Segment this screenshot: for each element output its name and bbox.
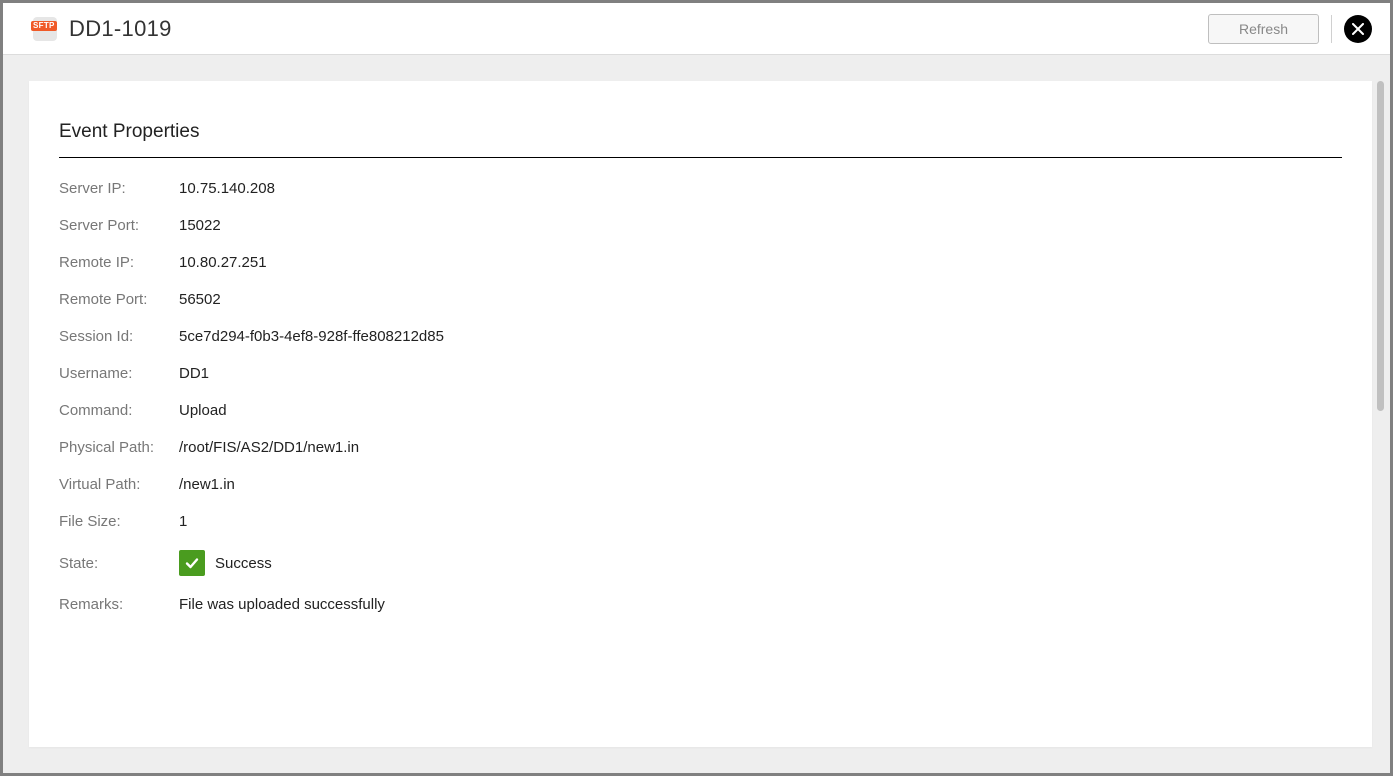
row-state: State: Success	[59, 550, 1342, 576]
value-physical-path: /root/FIS/AS2/DD1/new1.in	[179, 439, 359, 456]
row-command: Command: Upload	[59, 402, 1342, 419]
value-session-id: 5ce7d294-f0b3-4ef8-928f-ffe808212d85	[179, 328, 444, 345]
label-server-ip: Server IP:	[59, 180, 179, 197]
dialog-title: DD1-1019	[69, 16, 172, 42]
success-check-icon	[179, 550, 205, 576]
section-divider	[59, 157, 1342, 158]
value-remote-ip: 10.80.27.251	[179, 254, 267, 271]
value-file-size: 1	[179, 513, 187, 530]
label-command: Command:	[59, 402, 179, 419]
content-area: Event Properties Server IP: 10.75.140.20…	[3, 55, 1390, 773]
label-file-size: File Size:	[59, 513, 179, 530]
label-server-port: Server Port:	[59, 217, 179, 234]
row-remarks: Remarks: File was uploaded successfully	[59, 596, 1342, 613]
label-remote-ip: Remote IP:	[59, 254, 179, 271]
value-state-text: Success	[215, 555, 272, 572]
dialog-header: SFTP DD1-1019 Refresh	[3, 3, 1390, 55]
row-file-size: File Size: 1	[59, 513, 1342, 530]
close-icon	[1352, 23, 1364, 35]
divider	[1331, 15, 1332, 43]
label-state: State:	[59, 555, 179, 572]
dialog-window: SFTP DD1-1019 Refresh Event Properties S…	[3, 3, 1390, 773]
refresh-button[interactable]: Refresh	[1208, 14, 1319, 44]
section-title: Event Properties	[59, 121, 1342, 143]
value-server-port: 15022	[179, 217, 221, 234]
label-physical-path: Physical Path:	[59, 439, 179, 456]
value-remarks: File was uploaded successfully	[179, 596, 385, 613]
value-username: DD1	[179, 365, 209, 382]
row-physical-path: Physical Path: /root/FIS/AS2/DD1/new1.in	[59, 439, 1342, 456]
close-button[interactable]	[1344, 15, 1372, 43]
row-server-port: Server Port: 15022	[59, 217, 1342, 234]
row-server-ip: Server IP: 10.75.140.208	[59, 180, 1342, 197]
row-username: Username: DD1	[59, 365, 1342, 382]
row-remote-ip: Remote IP: 10.80.27.251	[59, 254, 1342, 271]
value-remote-port: 56502	[179, 291, 221, 308]
label-remote-port: Remote Port:	[59, 291, 179, 308]
value-virtual-path: /new1.in	[179, 476, 235, 493]
scrollbar-thumb[interactable]	[1377, 81, 1384, 411]
row-remote-port: Remote Port: 56502	[59, 291, 1342, 308]
value-state-container: Success	[179, 550, 272, 576]
event-properties-card: Event Properties Server IP: 10.75.140.20…	[29, 81, 1372, 747]
label-session-id: Session Id:	[59, 328, 179, 345]
label-username: Username:	[59, 365, 179, 382]
label-remarks: Remarks:	[59, 596, 179, 613]
label-virtual-path: Virtual Path:	[59, 476, 179, 493]
value-command: Upload	[179, 402, 227, 419]
sftp-icon: SFTP	[31, 15, 59, 43]
row-session-id: Session Id: 5ce7d294-f0b3-4ef8-928f-ffe8…	[59, 328, 1342, 345]
value-server-ip: 10.75.140.208	[179, 180, 275, 197]
row-virtual-path: Virtual Path: /new1.in	[59, 476, 1342, 493]
